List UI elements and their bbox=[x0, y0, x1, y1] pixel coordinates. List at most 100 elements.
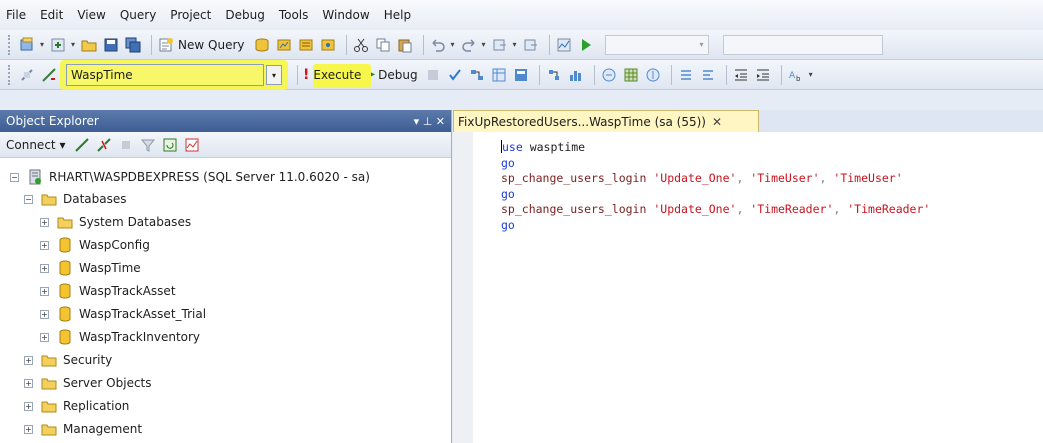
copy-icon[interactable] bbox=[374, 36, 392, 54]
code-editor[interactable]: use wasptime go sp_change_users_login 'Upd… bbox=[501, 140, 930, 233]
filter-icon[interactable] bbox=[139, 136, 157, 154]
expand-icon[interactable]: + bbox=[40, 263, 49, 273]
menu-help[interactable]: Help bbox=[384, 8, 411, 22]
results-to-icon[interactable] bbox=[512, 66, 530, 84]
tree-item-server-objects[interactable]: + Server Objects bbox=[24, 372, 152, 394]
find-combo[interactable] bbox=[722, 34, 883, 55]
add-item-icon[interactable] bbox=[49, 36, 67, 54]
stop-icon[interactable] bbox=[117, 136, 135, 154]
expand-icon[interactable]: + bbox=[24, 401, 33, 411]
new-project-icon[interactable] bbox=[18, 36, 36, 54]
estimated-plan-icon[interactable] bbox=[468, 66, 486, 84]
database-combo-value[interactable]: WaspTime bbox=[66, 63, 264, 86]
string-literal: 'Update_One' bbox=[653, 202, 737, 216]
available-databases-dropdown[interactable]: WaspTime ▾ bbox=[60, 59, 288, 90]
include-plan-icon[interactable] bbox=[545, 66, 563, 84]
menu-query[interactable]: Query bbox=[120, 8, 156, 22]
chevron-down-icon[interactable]: ▾ bbox=[513, 40, 517, 49]
cut-icon[interactable] bbox=[352, 36, 370, 54]
connect-icon[interactable] bbox=[18, 66, 36, 84]
specify-template-values-icon[interactable]: Ab bbox=[787, 66, 805, 84]
database-icon bbox=[57, 283, 73, 299]
new-query-button[interactable]: New Query bbox=[157, 36, 245, 54]
connect-button[interactable]: Connect ▾ bbox=[6, 138, 65, 152]
collapse-icon[interactable]: − bbox=[10, 172, 19, 182]
expand-icon[interactable]: + bbox=[40, 332, 49, 342]
tree-item-security[interactable]: + Security bbox=[24, 349, 112, 371]
results-to-file-icon[interactable] bbox=[644, 66, 662, 84]
menu-tools[interactable]: Tools bbox=[279, 8, 309, 22]
expand-icon[interactable]: + bbox=[24, 355, 33, 365]
expand-icon[interactable]: + bbox=[40, 286, 49, 296]
decrease-indent-icon[interactable] bbox=[732, 66, 750, 84]
save-all-icon[interactable] bbox=[124, 36, 142, 54]
menu-debug[interactable]: Debug bbox=[225, 8, 264, 22]
expand-icon[interactable]: + bbox=[24, 378, 33, 388]
analysis-query-icon[interactable] bbox=[275, 36, 293, 54]
disconnect-icon[interactable] bbox=[95, 136, 113, 154]
solution-configuration-dropdown[interactable]: ▾ bbox=[604, 34, 709, 55]
panel-controls[interactable]: ▾ ⊥ ✕ bbox=[414, 115, 445, 128]
tree-item-wasptime[interactable]: + WaspTime bbox=[40, 257, 141, 279]
string-literal: 'TimeReader' bbox=[750, 202, 834, 216]
database-query-icon[interactable] bbox=[253, 36, 271, 54]
undo-icon[interactable] bbox=[429, 36, 447, 54]
menu-edit[interactable]: Edit bbox=[40, 8, 63, 22]
menu-project[interactable]: Project bbox=[170, 8, 211, 22]
open-file-icon[interactable] bbox=[80, 36, 98, 54]
tab-fixuprestoredusers[interactable]: FixUpRestoredUsers...WaspTime (sa (55)) … bbox=[453, 110, 759, 132]
chevron-down-icon[interactable]: ▾ bbox=[482, 40, 486, 49]
menu-view[interactable]: View bbox=[77, 8, 105, 22]
execute-label: Execute bbox=[313, 67, 362, 82]
tree-item-management[interactable]: + Management bbox=[24, 418, 142, 440]
save-icon[interactable] bbox=[102, 36, 120, 54]
collapse-icon[interactable]: − bbox=[24, 194, 33, 204]
chevron-down-icon[interactable]: ▾ bbox=[809, 70, 813, 79]
menu-window[interactable]: Window bbox=[322, 8, 369, 22]
chevron-down-icon[interactable]: ▾ bbox=[451, 40, 455, 49]
chevron-down-icon[interactable]: ▾ bbox=[71, 40, 75, 49]
tree-item-system-databases[interactable]: + System Databases bbox=[40, 211, 191, 233]
expand-icon[interactable]: + bbox=[40, 309, 49, 319]
tree-item-wasptrackinventory[interactable]: + WaspTrackInventory bbox=[40, 326, 200, 348]
query-designer-icon[interactable] bbox=[490, 66, 508, 84]
expand-icon[interactable]: + bbox=[40, 240, 49, 250]
tree-item-waspconfig[interactable]: + WaspConfig bbox=[40, 234, 150, 256]
mdx-query-icon[interactable] bbox=[297, 36, 315, 54]
server-node[interactable]: − RHART\WASPDBEXPRESS (SQL Server 11.0.6… bbox=[10, 166, 370, 188]
expand-icon[interactable]: + bbox=[40, 217, 49, 227]
close-icon[interactable]: ✕ bbox=[712, 115, 722, 129]
tree-item-wasptrackasset-trial[interactable]: + WaspTrackAsset_Trial bbox=[40, 303, 206, 325]
toolbar-grip[interactable] bbox=[8, 34, 12, 55]
change-connection-icon[interactable] bbox=[40, 66, 58, 84]
cancel-query-icon[interactable] bbox=[424, 66, 442, 84]
xmla-query-icon[interactable] bbox=[319, 36, 337, 54]
debug-button[interactable]: ▶ Debug bbox=[367, 68, 417, 82]
toolbar-grip[interactable] bbox=[8, 64, 12, 85]
redo-icon[interactable] bbox=[460, 36, 478, 54]
client-statistics-icon[interactable] bbox=[567, 66, 585, 84]
menu-file[interactable]: File bbox=[6, 8, 26, 22]
toolbar-separator bbox=[548, 34, 550, 55]
expand-icon[interactable]: + bbox=[24, 424, 33, 434]
activity-monitor-icon[interactable] bbox=[555, 36, 573, 54]
tree-item-replication[interactable]: + Replication bbox=[24, 395, 129, 417]
refresh-icon[interactable] bbox=[161, 136, 179, 154]
uncomment-icon[interactable] bbox=[699, 66, 717, 84]
navigate-backward-icon[interactable] bbox=[491, 36, 509, 54]
databases-node[interactable]: − Databases bbox=[24, 188, 127, 210]
comment-out-icon[interactable] bbox=[677, 66, 695, 84]
chevron-down-icon[interactable]: ▾ bbox=[40, 40, 44, 49]
parse-icon[interactable] bbox=[446, 66, 464, 84]
activity-monitor-icon[interactable] bbox=[183, 136, 201, 154]
execute-button[interactable]: ! Execute bbox=[303, 63, 371, 88]
tree-item-wasptrackasset[interactable]: + WaspTrackAsset bbox=[40, 280, 176, 302]
chevron-down-icon[interactable]: ▾ bbox=[266, 64, 282, 85]
paste-icon[interactable] bbox=[396, 36, 414, 54]
increase-indent-icon[interactable] bbox=[754, 66, 772, 84]
start-icon[interactable] bbox=[577, 36, 595, 54]
connect-object-explorer-icon[interactable] bbox=[73, 136, 91, 154]
results-to-grid-icon[interactable] bbox=[622, 66, 640, 84]
navigate-forward-icon[interactable] bbox=[522, 36, 540, 54]
results-to-text-icon[interactable] bbox=[600, 66, 618, 84]
